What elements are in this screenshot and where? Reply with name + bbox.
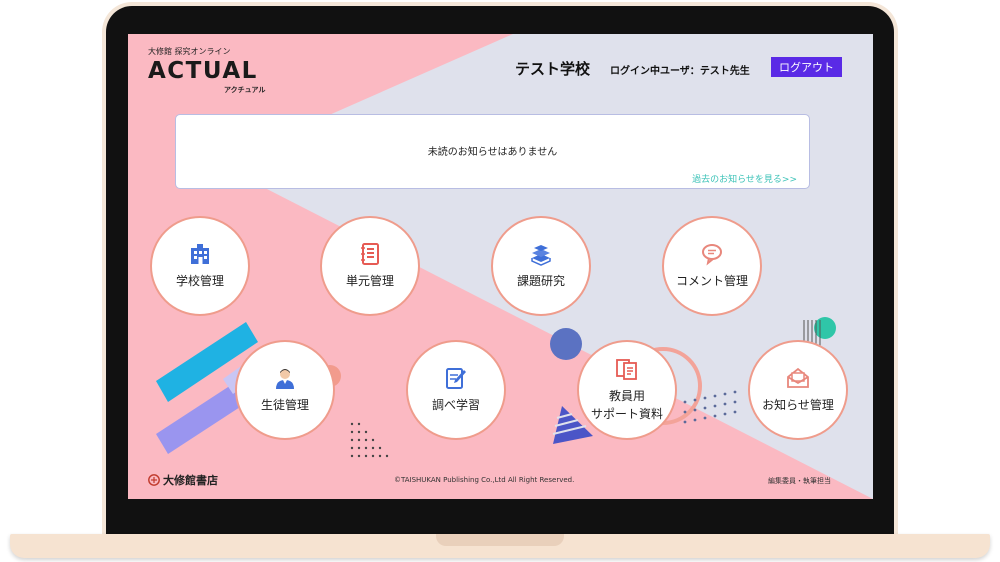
unit-management-button[interactable]: 単元管理: [320, 216, 420, 316]
logged-in-user: ログイン中ユーザ：テスト先生: [610, 62, 750, 77]
study-research-button[interactable]: 調べ学習: [406, 340, 506, 440]
logout-button[interactable]: ログアウト: [771, 57, 842, 77]
news-management-label: お知らせ管理: [762, 398, 834, 412]
logo-kana: アクチュアル: [224, 86, 266, 94]
school-management-button[interactable]: 学校管理: [150, 216, 250, 316]
school-name: テスト学校: [515, 60, 591, 78]
school-building-icon: [191, 244, 209, 264]
teacher-support-button[interactable]: 教員用 サポート資料: [577, 340, 677, 440]
book-stack-icon: [531, 245, 551, 266]
past-notices-link[interactable]: 過去のお知らせを見る>>: [692, 172, 797, 185]
study-research-label: 調べ学習: [431, 398, 480, 412]
laptop-notch: [436, 534, 564, 546]
copyright-text: ©TAISHUKAN Publishing Co.,Ltd All Right …: [394, 476, 575, 484]
student-management-label: 生徒管理: [260, 398, 309, 412]
student-icon: [276, 369, 294, 389]
teacher-support-label: 教員用 サポート資料: [591, 387, 663, 423]
navy-dot-shape: [550, 328, 582, 360]
student-management-button[interactable]: 生徒管理: [235, 340, 335, 440]
notice-panel: 未読のお知らせはありません 過去のお知らせを見る>>: [175, 114, 810, 189]
speech-bubble-icon: [702, 244, 722, 266]
unit-management-label: 単元管理: [345, 274, 394, 288]
app-screen: 大修館 探究オンライン ACTUAL アクチュアル テスト学校 ログイン中ユーザ…: [128, 34, 873, 499]
school-management-label: 学校管理: [175, 274, 224, 288]
notebook-icon: [361, 243, 379, 265]
research-label: 課題研究: [516, 274, 565, 288]
teal-dot-shape: [814, 317, 836, 339]
envelope-icon: [787, 367, 809, 388]
service-tagline: 大修館 探究オンライン: [148, 47, 231, 56]
publisher-footer: 大修館書店: [148, 472, 218, 488]
support-label-line1: 教員用: [608, 389, 645, 403]
user-label: ログイン中ユーザ：: [610, 66, 700, 77]
actual-logo[interactable]: ACTUAL: [148, 58, 258, 84]
user-name: テスト先生: [699, 66, 750, 77]
publisher-name: 大修館書店: [163, 474, 218, 487]
notepad-pencil-icon: [446, 368, 466, 389]
comment-management-button[interactable]: コメント管理: [662, 216, 762, 316]
notice-message: 未読のお知らせはありません: [427, 147, 558, 158]
documents-icon: [616, 359, 637, 380]
editors-link[interactable]: 編集委員・執筆担当: [768, 476, 831, 486]
comment-management-label: コメント管理: [675, 274, 748, 288]
support-label-line2: サポート資料: [590, 407, 663, 421]
research-button[interactable]: 課題研究: [491, 216, 591, 316]
publisher-emblem-icon: [148, 474, 160, 486]
news-management-button[interactable]: お知らせ管理: [748, 340, 848, 440]
